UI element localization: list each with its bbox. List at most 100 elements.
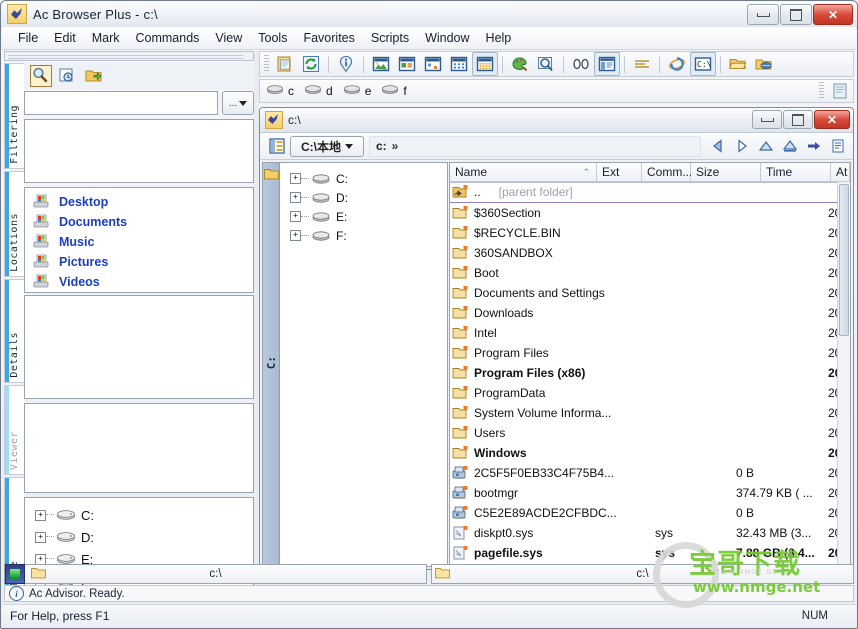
maximize-button[interactable] (780, 4, 812, 25)
filter-history-icon[interactable] (57, 65, 79, 87)
ftp-icon[interactable] (751, 52, 777, 76)
table-row[interactable]: C5E2E89ACDE2CFBDC... 0 B 2017\12\15 ... … (450, 503, 838, 523)
sidebar-item-locations[interactable]: Locations (4, 171, 24, 277)
console-icon[interactable]: C:\ (690, 52, 716, 76)
expand-icon[interactable]: + (35, 531, 46, 543)
open-folder-icon[interactable] (725, 52, 751, 76)
split-view-icon[interactable] (264, 134, 290, 158)
table-row[interactable]: bootmgr 374.79 KB ( ... 2010\11\21 ... r… (450, 483, 838, 503)
minimize-button[interactable] (747, 4, 779, 25)
sidebar-item-filtering[interactable]: Filtering (4, 63, 24, 169)
expand-icon[interactable]: + (290, 173, 301, 184)
table-row[interactable]: 2C5F5F0EB33C4F75B4... 0 B 2017\12\15 ...… (450, 463, 838, 483)
details-view-icon[interactable] (472, 52, 498, 76)
column-header-attributes[interactable]: At (831, 163, 850, 182)
menu-item-commands[interactable]: Commands (127, 29, 207, 47)
drive-select-combo[interactable]: C:\本地 (290, 135, 364, 157)
search-icon[interactable] (30, 65, 52, 87)
align-icon[interactable] (629, 52, 655, 76)
table-row[interactable]: $RECYCLE.BIN 2017\12\15 ... --hs (450, 223, 838, 243)
drive-tab-f[interactable]: f (381, 84, 407, 98)
column-header-size[interactable]: Size (691, 163, 761, 182)
up-one-level-icon[interactable] (755, 136, 777, 156)
list-item[interactable]: Documents (27, 212, 251, 232)
close-button[interactable]: ✕ (813, 4, 853, 25)
tree-item[interactable]: + C: (284, 169, 447, 188)
right-path-bar[interactable]: c:\ (431, 564, 854, 584)
menu-item-edit[interactable]: Edit (46, 29, 84, 47)
tile-view-icon[interactable] (394, 52, 420, 76)
table-row[interactable]: Intel 2017\12\16 ... ---- (450, 323, 838, 343)
expand-icon[interactable]: + (290, 192, 301, 203)
filter-options-dropdown[interactable]: ... (222, 91, 254, 115)
panel-view-icon[interactable] (594, 52, 620, 76)
table-row[interactable]: Downloads 2017\12\15 ... ---- (450, 303, 838, 323)
icon-view-icon[interactable] (420, 52, 446, 76)
drive-tab-d[interactable]: d (304, 84, 333, 98)
table-row[interactable]: pagefile.sys sys 7.88 GB (8 4... 2018\2\… (450, 543, 838, 563)
table-row[interactable]: Documents and Settings 2009\7\14 ... --h… (450, 283, 838, 303)
table-row[interactable]: $360Section 2017\12\19 ... --hs (450, 203, 838, 223)
drive-tab-e[interactable]: e (343, 84, 371, 98)
table-row[interactable]: System Volume Informa... 2017\5\19 ... -… (450, 403, 838, 423)
table-row[interactable]: Windows 2018\2\25 ... ---- (450, 443, 838, 463)
toolbar-grip[interactable] (819, 82, 824, 100)
filter-input[interactable] (24, 91, 218, 115)
filter-apply-icon[interactable] (84, 65, 106, 87)
column-header-time[interactable]: Time (761, 163, 831, 182)
table-row[interactable]: diskpt0.sys sys 32.43 MB (3... 2017\12\2… (450, 523, 838, 543)
expand-icon[interactable]: + (35, 553, 46, 565)
filter-results-list[interactable] (24, 119, 254, 183)
table-row[interactable]: ProgramData 2017\12\19 ... --h- (450, 383, 838, 403)
tree-item[interactable]: + D: (29, 526, 249, 548)
thumbnail-view-icon[interactable] (368, 52, 394, 76)
list-item[interactable]: Pictures (27, 252, 251, 272)
column-header-comment[interactable]: Comm... (642, 163, 692, 182)
sidebar-item-viewer[interactable]: Viewer (4, 385, 24, 475)
menu-item-help[interactable]: Help (478, 29, 520, 47)
copy-to-clipboard-icon[interactable] (272, 52, 298, 76)
up-to-root-icon[interactable] (779, 136, 801, 156)
binoculars-icon[interactable] (568, 52, 594, 76)
menu-item-mark[interactable]: Mark (84, 29, 128, 47)
refresh-icon[interactable] (298, 52, 324, 76)
tree-item[interactable]: + E: (284, 207, 447, 226)
menu-item-view[interactable]: View (207, 29, 250, 47)
tree-item[interactable]: + D: (284, 188, 447, 207)
table-row[interactable]: Users 2017\12\15 ... r--- (450, 423, 838, 443)
list-item[interactable]: Desktop (27, 192, 251, 212)
mdi-minimize-button[interactable] (752, 110, 782, 129)
table-row[interactable]: Program Files (x86) 2018\2\25 ... r--- (450, 363, 838, 383)
scrollbar-thumb[interactable] (839, 184, 849, 336)
file-list-scrollbar[interactable] (837, 182, 850, 566)
go-icon[interactable] (803, 136, 825, 156)
zoom-preview-icon[interactable] (533, 52, 559, 76)
menu-item-scripts[interactable]: Scripts (363, 29, 417, 47)
breadcrumb[interactable]: c: » (369, 135, 701, 157)
sidebar-item-details[interactable]: Details (4, 279, 24, 383)
column-header-name[interactable]: Name ⌃ (450, 163, 597, 182)
list-item[interactable]: Music (27, 232, 251, 252)
tree-item[interactable]: + C: (29, 504, 249, 526)
left-dock-grip[interactable] (4, 51, 254, 61)
table-row[interactable]: Boot 2017\5\19 ... --hs (450, 263, 838, 283)
left-path-bar[interactable]: c:\ (4, 564, 427, 584)
breadcrumb-chevron-icon[interactable]: » (392, 139, 399, 153)
menu-item-window[interactable]: Window (417, 29, 477, 47)
expand-icon[interactable]: + (35, 509, 46, 521)
forward-icon[interactable] (731, 136, 753, 156)
list-item[interactable]: Videos (27, 272, 251, 292)
mdi-maximize-button[interactable] (783, 110, 813, 129)
mdi-close-button[interactable]: ✕ (814, 110, 850, 129)
list-menu-icon[interactable] (827, 136, 849, 156)
tree-pane-sidebar[interactable]: C: (263, 163, 280, 566)
menu-item-favorites[interactable]: Favorites (295, 29, 362, 47)
paint-icon[interactable] (507, 52, 533, 76)
drive-tab-c[interactable]: c (266, 84, 294, 98)
notes-icon[interactable] (827, 79, 853, 103)
table-row[interactable]: Program Files 2017\12\20 ... r--- (450, 343, 838, 363)
list-view-icon[interactable] (446, 52, 472, 76)
table-row[interactable]: 360SANDBOX 2017\12\15 ... r-hs (450, 243, 838, 263)
internet-explorer-icon[interactable] (664, 52, 690, 76)
back-icon[interactable] (707, 136, 729, 156)
